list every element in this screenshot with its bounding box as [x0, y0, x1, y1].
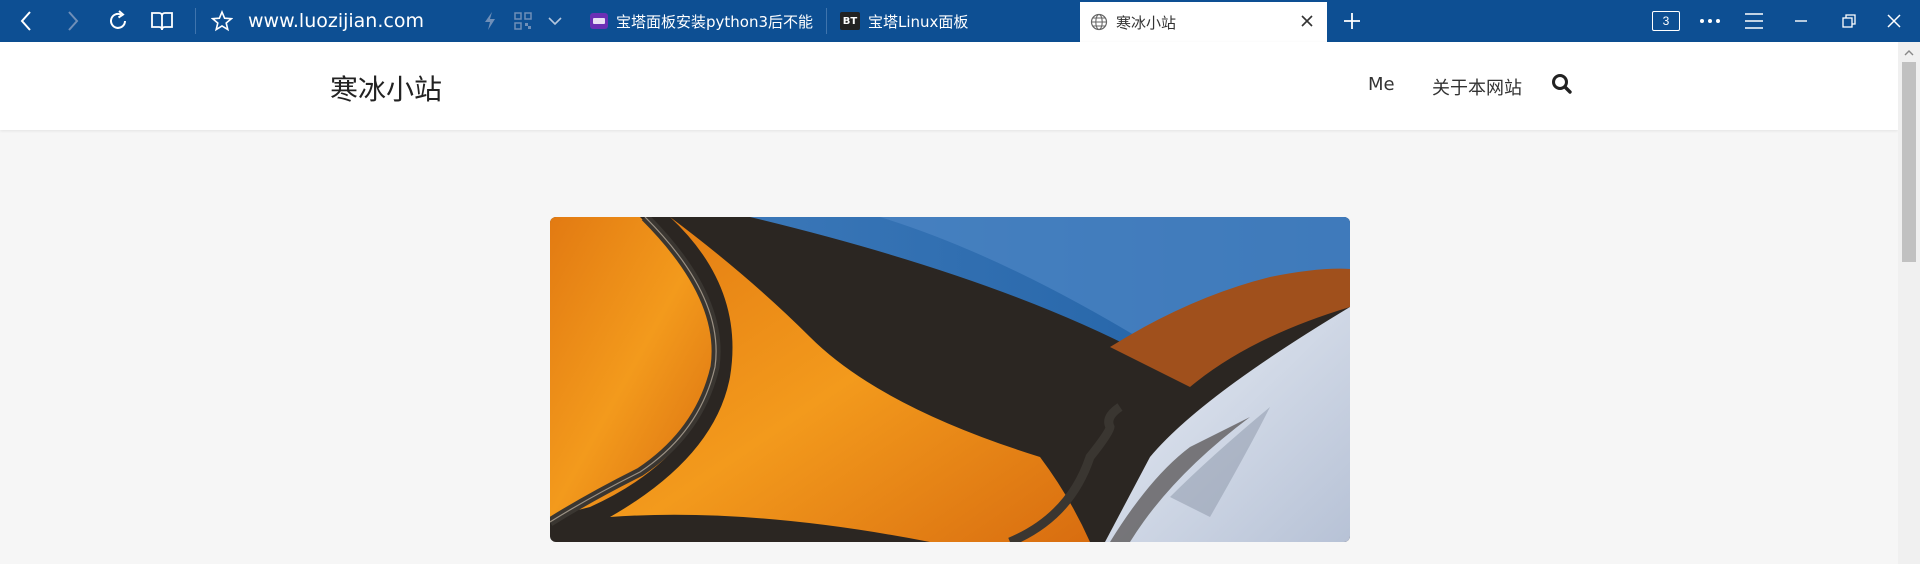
tab-baota-python[interactable]: 宝塔面板安装python3后不能	[590, 0, 815, 42]
search-icon[interactable]	[1550, 72, 1574, 96]
address-bar[interactable]: www.luozijian.com	[248, 10, 424, 32]
more-dots-icon[interactable]	[1696, 7, 1724, 35]
scroll-thumb[interactable]	[1902, 62, 1916, 262]
toolbar-separator	[195, 8, 196, 34]
site-title[interactable]: 寒冰小站	[330, 68, 442, 108]
restore-icon[interactable]	[1835, 7, 1863, 35]
tab-baota-linux[interactable]: BT 宝塔Linux面板	[840, 0, 1060, 42]
reading-mode-icon[interactable]	[148, 7, 176, 35]
featured-image[interactable]	[550, 217, 1350, 542]
flash-icon[interactable]	[476, 7, 504, 35]
tab-separator	[826, 8, 827, 34]
tab-label: 宝塔面板安装python3后不能	[616, 12, 814, 31]
forward-icon[interactable]	[59, 7, 87, 35]
tab-count-badge[interactable]: 3	[1652, 11, 1680, 31]
bt-icon: BT	[840, 12, 860, 30]
favorite-star-icon[interactable]	[208, 7, 236, 35]
qr-code-icon[interactable]	[509, 7, 537, 35]
back-icon[interactable]	[13, 7, 41, 35]
page-scrollbar[interactable]	[1898, 42, 1920, 564]
close-window-icon[interactable]	[1880, 7, 1908, 35]
menu-icon[interactable]	[1740, 7, 1768, 35]
globe-icon	[1090, 13, 1108, 31]
site-header: 寒冰小站 Me 关于本网站	[0, 42, 1898, 130]
tab-label: 宝塔Linux面板	[868, 12, 969, 31]
tab-label: 寒冰小站	[1116, 13, 1177, 32]
minimize-icon[interactable]	[1787, 7, 1815, 35]
browser-toolbar: www.luozijian.com 宝塔面板安装python3后不能 BT 宝塔…	[0, 0, 1920, 42]
nav-item-about[interactable]: 关于本网站	[1432, 74, 1522, 100]
tab-hanbing-active[interactable]: 寒冰小站	[1080, 2, 1327, 42]
refresh-icon[interactable]	[104, 7, 132, 35]
nav-item-me[interactable]: Me	[1368, 74, 1395, 95]
chevron-down-icon[interactable]	[541, 7, 569, 35]
scroll-up-icon[interactable]	[1898, 42, 1920, 64]
baota-purple-icon	[590, 12, 608, 30]
close-tab-icon[interactable]	[1297, 11, 1317, 31]
new-tab-icon[interactable]	[1338, 7, 1366, 35]
